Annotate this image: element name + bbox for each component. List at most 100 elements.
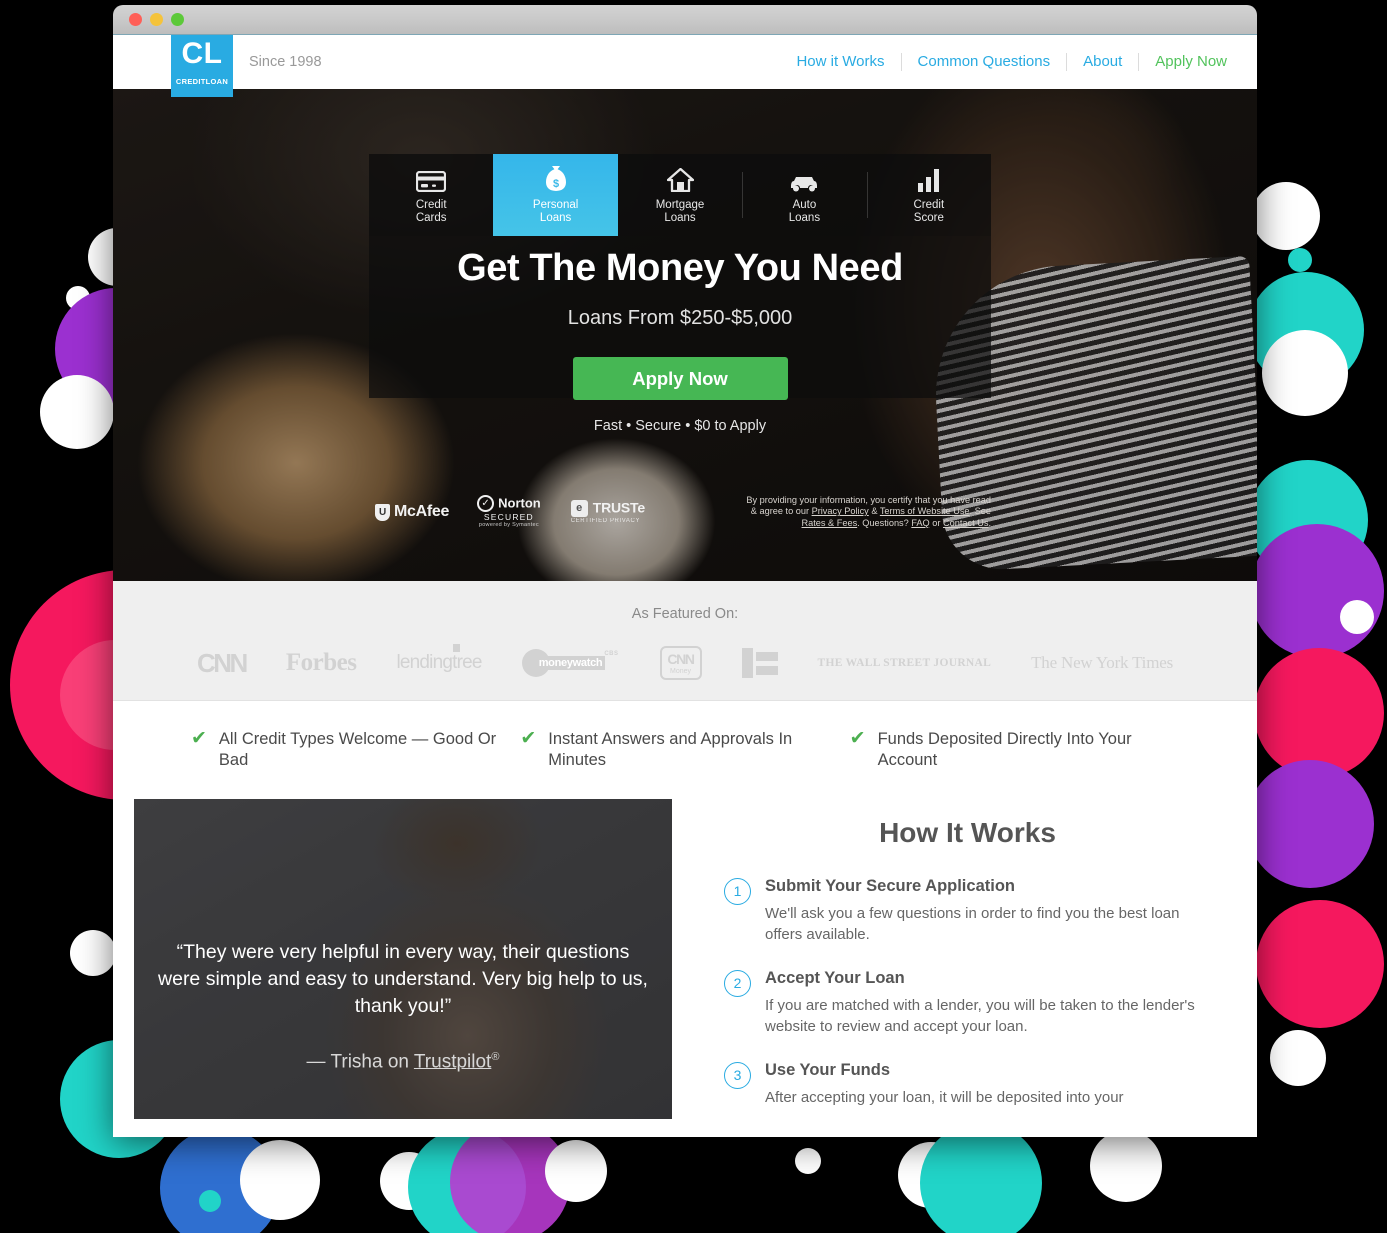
step-body: Use Your Funds After accepting your loan… [765, 1061, 1211, 1108]
how-it-works-step: 3 Use Your Funds After accepting your lo… [724, 1061, 1211, 1108]
step-number: 2 [724, 970, 751, 997]
deco-circle-white-small [795, 1148, 821, 1174]
disclaimer-line3-c: . [988, 517, 991, 528]
benefit-text: Instant Answers and Approvals In Minutes [548, 730, 793, 769]
tab-label-line2: Score [913, 211, 944, 224]
tab-auto-loans[interactable]: Auto Loans [742, 154, 866, 236]
step-description: We'll ask you a few questions in order t… [765, 905, 1180, 943]
tab-credit-score[interactable]: Credit Score [866, 154, 991, 236]
deco-circle-pink [1254, 648, 1384, 778]
how-it-works-step: 1 Submit Your Secure Application We'll a… [724, 877, 1211, 945]
rates-and-fees-link[interactable]: Rates & Fees [802, 518, 858, 528]
mcafee-label: McAfee [394, 503, 450, 520]
attribution-prefix: — Trisha on [306, 1051, 414, 1073]
step-title: Use Your Funds [765, 1061, 890, 1079]
tab-label: Auto Loans [789, 199, 820, 225]
deco-circle-teal-small [199, 1190, 221, 1212]
trustpilot-link[interactable]: Trustpilot [414, 1051, 491, 1072]
deco-circle-pink [1256, 900, 1384, 1028]
tab-label: Personal Loans [533, 199, 578, 225]
press-logos: CNN Forbes lending t ree moneywatch CBS CNN… [113, 644, 1257, 680]
tab-label-line2: Loans [788, 211, 821, 224]
faq-link[interactable]: FAQ [911, 518, 929, 528]
step-body: Submit Your Secure Application We'll ask… [765, 877, 1211, 945]
check-icon: ✔ [849, 728, 866, 749]
deco-circle-white [240, 1140, 320, 1220]
testimonial-card: “They were very helpful in every way, th… [134, 799, 672, 1119]
logo-initials: CL [181, 37, 223, 70]
nav-item-how-it-works[interactable]: How it Works [780, 53, 902, 71]
hero-disclaimer: By providing your information, you certi… [705, 495, 991, 530]
tab-personal-loans[interactable]: $ Personal Loans [493, 154, 618, 236]
check-icon: ✔ [520, 728, 537, 749]
benefit-item: ✔ Instant Answers and Approvals In Minut… [520, 729, 849, 771]
site-header: CL CREDITLOAN Since 1998 How it Works Co… [113, 35, 1257, 97]
minimize-button[interactable] [150, 13, 163, 26]
apply-now-button[interactable]: Apply Now [572, 357, 788, 400]
tab-label-line1: Auto [792, 198, 817, 211]
how-it-works-step: 2 Accept Your Loan If you are matched wi… [724, 969, 1211, 1037]
lendingtree-logo: lending t ree [396, 644, 483, 680]
how-it-works-section: How It Works 1 Submit Your Secure Applic… [672, 799, 1257, 1132]
tab-label-line2: Loans [664, 211, 696, 224]
as-featured-on-title: As Featured On: [631, 606, 739, 622]
deco-circle-white-small [1340, 600, 1374, 634]
nav-item-apply-now[interactable]: Apply Now [1139, 53, 1227, 71]
techcrunch-logo [741, 646, 778, 680]
deco-circle-white [1270, 1030, 1326, 1086]
tab-label-line1: Credit [913, 198, 945, 211]
benefit-item: ✔ Funds Deposited Directly Into Your Acc… [850, 729, 1179, 771]
testimonial-quote: “They were very helpful in every way, th… [158, 941, 648, 1017]
terms-of-website-use-link[interactable]: Terms of Website Use [880, 506, 970, 516]
as-featured-on-section: As Featured On: CNN Forbes lending t ree m… [113, 581, 1257, 701]
privacy-policy-link[interactable]: Privacy Policy [812, 506, 869, 516]
cbs-moneywatch-logo: moneywatch CBS [521, 646, 620, 680]
tab-label-line2: Loans [539, 211, 572, 224]
wall-street-journal-logo: THE WALL STREET JOURNAL [817, 657, 992, 669]
nav-item-about[interactable]: About [1067, 53, 1140, 71]
moneywatch-text: moneywatch [535, 656, 606, 670]
norton-line1: Norton [498, 496, 541, 512]
tab-label-line2: Cards [415, 211, 447, 224]
logo-wordmark: CREDITLOAN [175, 77, 229, 86]
main-nav: How it Works Common Questions About Appl… [780, 53, 1227, 71]
close-button[interactable] [129, 13, 142, 26]
benefit-text: Funds Deposited Directly Into Your Accou… [877, 730, 1132, 769]
truste-e-icon: e [570, 499, 588, 517]
registered-mark: ® [491, 1051, 500, 1063]
hero-section: Credit Cards $ Personal Loans Mortgage L… [113, 89, 1257, 581]
house-icon [666, 166, 694, 192]
tab-mortgage-loans[interactable]: Mortgage Loans [618, 154, 742, 236]
cnn-money-logo: CNN Money [659, 646, 702, 680]
hero-reassurance: Fast • Secure • $0 to Apply [593, 418, 767, 434]
benefit-item: ✔ All Credit Types Welcome — Good Or Bad [191, 729, 520, 771]
lendingtree-a: lending [396, 652, 453, 673]
tab-label-line1: Personal [532, 198, 579, 211]
deco-circle-white [1262, 330, 1348, 416]
tab-label-line1: Mortgage [655, 198, 705, 211]
zoom-button[interactable] [171, 13, 184, 26]
nav-item-common-questions[interactable]: Common Questions [902, 53, 1068, 71]
lendingtree-c: ree [456, 652, 483, 673]
disclaimer-or: or [929, 517, 943, 528]
disclaimer-line2-a: & agree to our [750, 506, 812, 517]
bottom-section: “They were very helpful in every way, th… [113, 799, 1257, 1132]
check-circle-icon: ✓ [477, 495, 495, 513]
benefits-row: ✔ All Credit Types Welcome — Good Or Bad… [113, 701, 1257, 771]
creditloan-logo[interactable]: CL CREDITLOAN [171, 35, 233, 97]
cnn-money-b: Money [669, 667, 691, 675]
lendingtree-t: t [452, 644, 462, 673]
browser-window: CL CREDITLOAN Since 1998 How it Works Co… [113, 5, 1257, 1137]
hero-headline: Get The Money You Need [457, 247, 903, 289]
step-title: Submit Your Secure Application [765, 877, 1015, 895]
tab-credit-cards[interactable]: Credit Cards [369, 154, 493, 236]
deco-circle-purple [1250, 524, 1384, 658]
truste-badge: e TRUSTe CERTIFIED PRIVACY [570, 499, 645, 525]
tab-label: Mortgage Loans [656, 199, 705, 225]
deco-circle-white [545, 1140, 607, 1202]
cbs-text: CBS [604, 651, 619, 657]
deco-circle-teal [920, 1122, 1042, 1233]
disclaimer-line2-c: . See [969, 506, 991, 517]
norton-line3: powered by Symantec [478, 521, 539, 528]
contact-us-link[interactable]: Contact Us [943, 518, 988, 528]
